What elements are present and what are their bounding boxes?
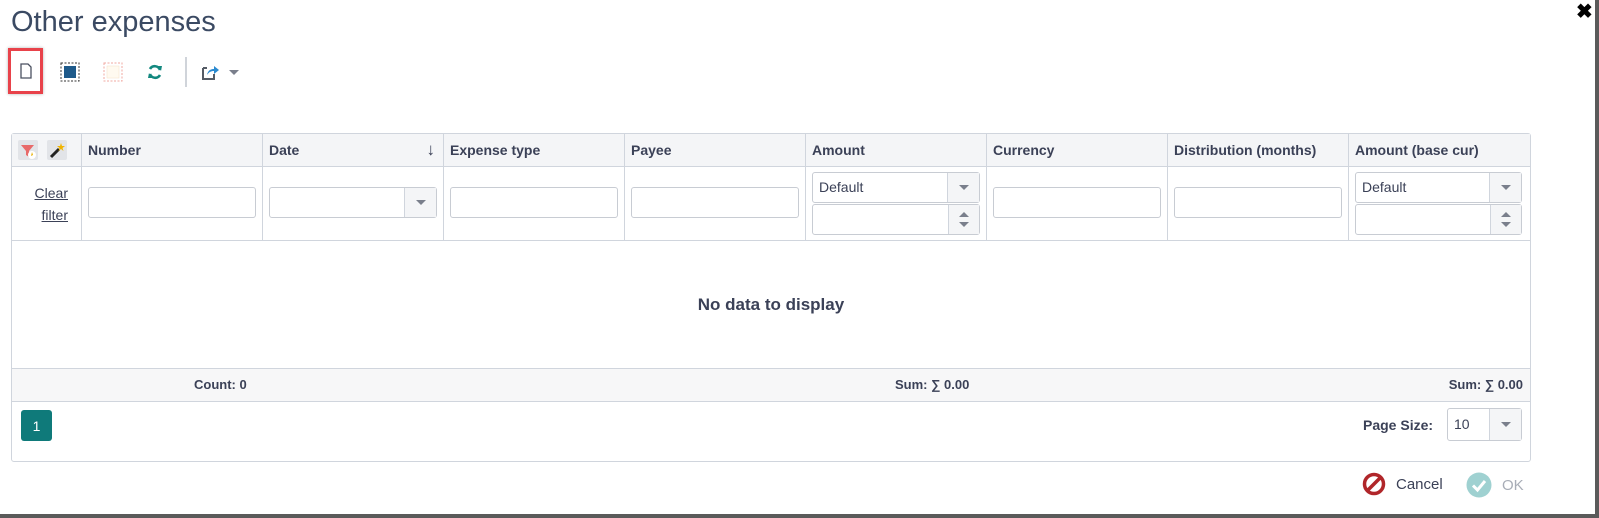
expenses-grid: Number Date ↓ Expense type Payee Amount … bbox=[11, 133, 1531, 462]
amount-filter-spinner[interactable] bbox=[812, 204, 980, 235]
cancel-label: Cancel bbox=[1396, 475, 1443, 493]
currency-filter-input[interactable] bbox=[993, 187, 1161, 218]
new-document-button[interactable] bbox=[8, 48, 43, 94]
spin-down-icon[interactable] bbox=[959, 222, 969, 228]
amount-base-filter-spinner[interactable] bbox=[1355, 204, 1522, 235]
chevron-down-icon bbox=[958, 185, 969, 190]
filter-cell-amount: Default bbox=[805, 167, 986, 240]
filter-cell-date bbox=[262, 167, 443, 240]
chevron-down-icon bbox=[229, 69, 239, 75]
select-all-icon bbox=[60, 62, 80, 82]
grid-header: Number Date ↓ Expense type Payee Amount … bbox=[12, 134, 1530, 167]
export-icon bbox=[202, 66, 219, 80]
chevron-down-icon bbox=[1500, 185, 1511, 190]
payee-filter-input[interactable] bbox=[631, 187, 799, 218]
number-filter-input[interactable] bbox=[88, 187, 256, 218]
amount-base-sum-summary: Sum: ∑ 0.00 bbox=[1448, 377, 1523, 392]
page-size-dropdown-button[interactable] bbox=[1489, 409, 1521, 440]
deselect-all-icon bbox=[103, 62, 123, 82]
amount-spinner-buttons[interactable] bbox=[948, 205, 979, 234]
deselect-all-button[interactable] bbox=[97, 56, 129, 88]
page-size-value: 10 bbox=[1454, 416, 1470, 432]
column-header-amount-base[interactable]: Amount (base cur) bbox=[1348, 134, 1530, 166]
filter-cell-distribution bbox=[1167, 167, 1348, 240]
ok-check-icon bbox=[1466, 472, 1492, 498]
spin-up-icon[interactable] bbox=[1501, 211, 1511, 217]
cancel-button[interactable]: Cancel bbox=[1362, 472, 1443, 496]
amount-base-operator-value: Default bbox=[1362, 179, 1407, 195]
column-header-amount[interactable]: Amount bbox=[805, 134, 986, 166]
pager: 1 Page Size: 10 bbox=[12, 401, 1530, 461]
page-size-select[interactable]: 10 bbox=[1447, 408, 1522, 441]
other-expenses-dialog: Other expenses ✖ Number Date ↓ Expense t… bbox=[0, 0, 1595, 514]
cancel-icon bbox=[1362, 472, 1386, 496]
filter-cell-expense-type bbox=[443, 167, 624, 240]
export-dropdown-button[interactable] bbox=[224, 56, 244, 88]
filter-row: Clear filter Default Default bbox=[12, 167, 1530, 241]
count-summary: Count: 0 bbox=[194, 377, 247, 392]
spin-up-icon[interactable] bbox=[959, 211, 969, 217]
refresh-icon bbox=[148, 64, 162, 80]
sort-descending-icon: ↓ bbox=[426, 140, 436, 159]
filter-cell-amount-base: Default bbox=[1348, 167, 1530, 240]
filter-clear-icon[interactable] bbox=[18, 140, 38, 160]
amount-base-operator-dropdown-button[interactable] bbox=[1489, 173, 1521, 202]
export-button[interactable] bbox=[195, 56, 227, 88]
filter-tools-cell: Clear filter bbox=[12, 167, 81, 240]
column-header-payee[interactable]: Payee bbox=[624, 134, 805, 166]
amount-base-spinner-buttons[interactable] bbox=[1490, 205, 1521, 234]
toolbar-separator bbox=[185, 57, 187, 87]
ok-label: OK bbox=[1502, 476, 1524, 494]
column-header-number[interactable]: Number bbox=[81, 134, 262, 166]
amount-operator-value: Default bbox=[819, 179, 864, 195]
column-header-distribution[interactable]: Distribution (months) bbox=[1167, 134, 1348, 166]
date-filter-dropdown-button[interactable] bbox=[404, 188, 436, 217]
column-header-date[interactable]: Date ↓ bbox=[262, 134, 443, 166]
clear-filter-link[interactable]: Clear filter bbox=[12, 182, 68, 226]
amount-sum-summary: Sum: ∑ 0.00 bbox=[895, 377, 970, 392]
filter-cell-payee bbox=[624, 167, 805, 240]
distribution-filter-input[interactable] bbox=[1174, 187, 1342, 218]
new-document-icon bbox=[19, 63, 32, 79]
amount-base-operator-select[interactable]: Default bbox=[1355, 172, 1522, 203]
grid-footer: Count: 0 Sum: ∑ 0.00 Sum: ∑ 0.00 bbox=[12, 368, 1530, 402]
magic-wand-icon[interactable] bbox=[47, 140, 67, 160]
filter-cell-number bbox=[81, 167, 262, 240]
column-header-currency[interactable]: Currency bbox=[986, 134, 1167, 166]
ok-button[interactable]: OK bbox=[1466, 472, 1524, 498]
page-button-1[interactable]: 1 bbox=[21, 410, 52, 441]
select-all-button[interactable] bbox=[54, 56, 86, 88]
amount-operator-select[interactable]: Default bbox=[812, 172, 980, 203]
column-header-date-label: Date bbox=[269, 142, 300, 158]
refresh-button[interactable] bbox=[139, 56, 171, 88]
amount-operator-dropdown-button[interactable] bbox=[947, 173, 979, 202]
page-size-label: Page Size: bbox=[1363, 417, 1434, 433]
expense-type-filter-input[interactable] bbox=[450, 187, 618, 218]
filter-cell-currency bbox=[986, 167, 1167, 240]
close-icon[interactable]: ✖ bbox=[1576, 2, 1593, 22]
column-header-expense-type[interactable]: Expense type bbox=[443, 134, 624, 166]
date-filter-input[interactable] bbox=[269, 187, 437, 218]
spin-down-icon[interactable] bbox=[1501, 222, 1511, 228]
dialog-title: Other expenses bbox=[11, 6, 216, 38]
empty-message: No data to display bbox=[697, 294, 845, 314]
chevron-down-icon bbox=[415, 200, 426, 205]
chevron-down-icon bbox=[1500, 422, 1511, 427]
header-tools-cell bbox=[12, 134, 81, 166]
